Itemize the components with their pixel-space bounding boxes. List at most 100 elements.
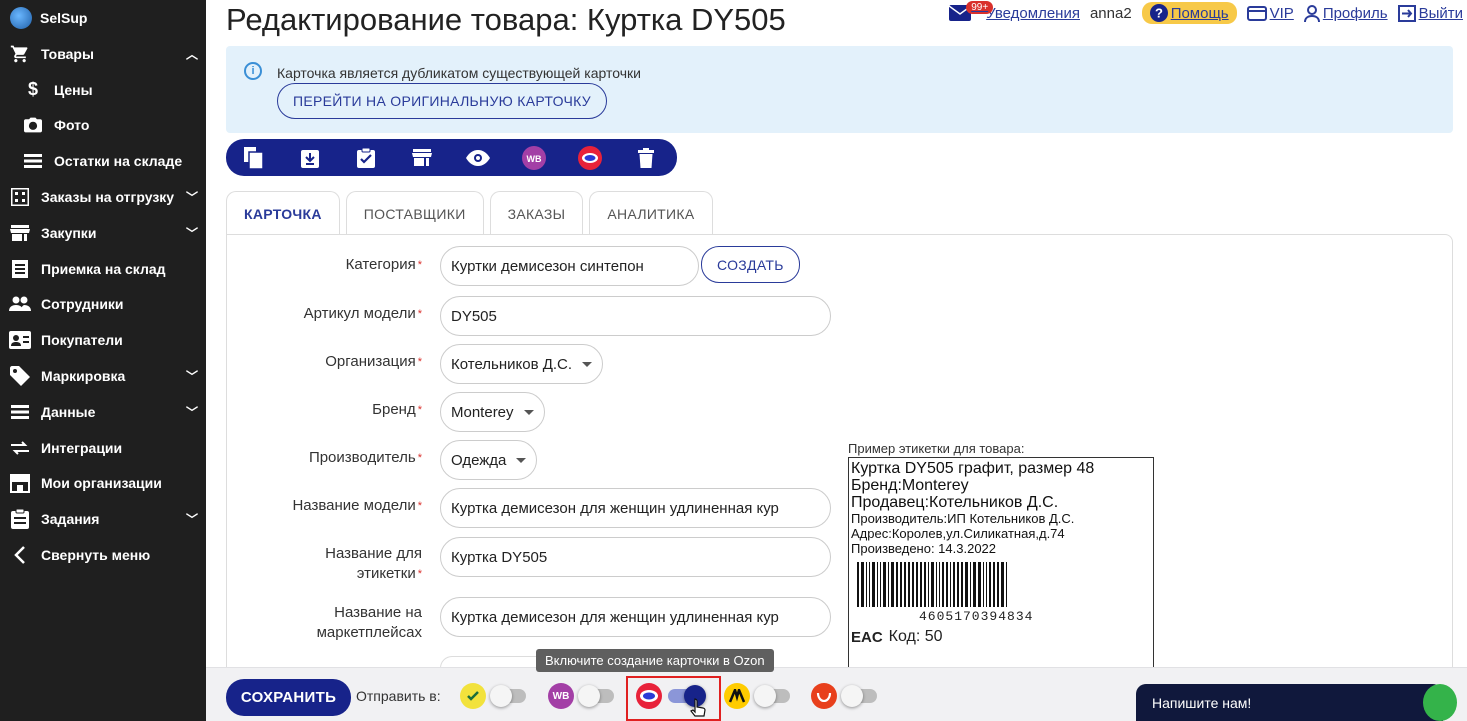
tab-card[interactable]: КАРТОЧКА [226, 191, 340, 236]
sber-icon [460, 683, 486, 709]
vip-label: VIP [1269, 4, 1294, 22]
sidebar-item-shipment-orders[interactable]: Заказы на отгрузку ﹀ [0, 179, 206, 215]
marketplace-name-input[interactable]: Куртка демисезон для женщин удлиненная к… [440, 597, 831, 637]
yandex-market-toggle[interactable] [754, 685, 790, 707]
sidebar-item-products[interactable]: Товары ︿ [0, 36, 206, 72]
sidebar-item-marking[interactable]: Маркировка ﹀ [0, 358, 206, 394]
barcode-bar [896, 562, 898, 607]
create-category-button[interactable]: СОЗДАТЬ [701, 246, 800, 283]
barcode-bar [866, 562, 867, 607]
chat-widget[interactable]: Напишите нам! [1136, 684, 1457, 721]
chevron-down-icon: ﹀ [185, 512, 198, 527]
logout-icon [1397, 4, 1416, 22]
chevron-down-icon: ﹀ [185, 405, 198, 420]
sidebar-item-stock[interactable]: Остатки на складе [0, 143, 206, 179]
sidebar-item-label: Приемка на склад [41, 260, 166, 277]
duplicate-info-banner: i Карточка является дубликатом существую… [226, 46, 1453, 133]
people-icon [9, 293, 31, 315]
list-icon [9, 401, 31, 423]
delete-button[interactable] [618, 139, 674, 176]
tab-orders[interactable]: ЗАКАЗЫ [489, 191, 584, 235]
marketplace-toggle-sber [460, 683, 526, 709]
form-row-model-name: Название модели * Куртка демисезон для же… [226, 488, 836, 530]
storefront-icon [9, 472, 31, 494]
form-row-marketplace-name: Название на маркетплейсах Куртка демисез… [226, 597, 836, 641]
sidebar-item-label: Заказы на отгрузку [41, 189, 175, 206]
brand-select[interactable]: Monterey [440, 392, 545, 432]
wildberries-button[interactable]: WB [506, 139, 562, 176]
sidebar-item-prices[interactable]: $ Цены [0, 72, 206, 108]
barcode-bar [993, 562, 995, 607]
notifications-link[interactable]: 99+ Уведомления [949, 0, 1080, 22]
sidebar-item-label: Закупки [41, 224, 97, 241]
sidebar-item-integrations[interactable]: Интеграции [0, 430, 206, 466]
sidebar-item-photo[interactable]: Фото [0, 108, 206, 144]
ozon-button[interactable] [562, 139, 618, 176]
help-button[interactable]: ? Помощь [1141, 2, 1237, 24]
sidebar-item-my-organizations[interactable]: Мои организации [0, 466, 206, 502]
barcode-bar [861, 562, 864, 607]
download-button[interactable] [282, 139, 338, 176]
barcode-bar [869, 562, 870, 607]
brand-value: Monterey [451, 403, 514, 421]
label-name-label: Название для этикетки * [325, 545, 422, 582]
info-icon: i [244, 62, 262, 80]
model-name-input[interactable]: Куртка демисезон для женщин удлиненная к… [440, 488, 831, 528]
username: anna2 [1089, 4, 1132, 22]
sidebar-collapse-menu[interactable]: Свернуть меню [0, 537, 206, 573]
eye-icon [466, 149, 490, 166]
sidebar-item-customers[interactable]: Покупатели [0, 322, 206, 358]
sidebar-item-receiving[interactable]: Приемка на склад [0, 251, 206, 287]
sidebar-item-purchases[interactable]: Закупки ﹀ [0, 215, 206, 251]
aliexpress-toggle[interactable] [841, 685, 877, 707]
barcode-bar [946, 562, 948, 607]
logout-link[interactable]: Выйти [1397, 4, 1463, 22]
wildberries-toggle[interactable] [578, 685, 614, 707]
copy-button[interactable] [226, 139, 282, 176]
aliexpress-icon [811, 683, 837, 709]
store-button[interactable] [394, 139, 450, 176]
manufacturer-select[interactable]: Одежда [440, 440, 538, 480]
marketplace-name-label: Название на маркетплейсах [316, 604, 422, 641]
organization-select[interactable]: Котельников Д.С. [440, 344, 604, 384]
sidebar-item-data[interactable]: Данные ﹀ [0, 394, 206, 430]
ozon-icon [578, 145, 602, 170]
manufacturer-label: Производитель * [308, 449, 422, 466]
required-mark: * [417, 356, 422, 368]
vip-link[interactable]: VIP [1246, 4, 1294, 22]
cart-icon [9, 43, 31, 65]
form-row-article: Артикул модели * DY505 [226, 296, 836, 338]
save-button[interactable]: СОХРАНИТЬ [226, 679, 351, 716]
barcode-bar [891, 562, 894, 607]
model-name-label: Название модели * [292, 497, 422, 514]
category-input[interactable]: Куртки демисезон синтепон [440, 246, 699, 286]
chevron-up-icon: ︿ [185, 47, 198, 62]
camera-icon [22, 114, 44, 136]
sidebar-item-employees[interactable]: Сотрудники [0, 287, 206, 323]
label-name-input[interactable]: Куртка DY505 [440, 537, 831, 577]
sidebar: SelSup Товары ︿ $ Цены Фото Остатки на с… [0, 0, 206, 721]
chat-label: Напишите нам! [1152, 695, 1252, 711]
profile-link[interactable]: Профиль [1303, 4, 1388, 22]
required-mark: * [417, 452, 422, 464]
calculator-icon [9, 186, 31, 208]
barcode-bar [931, 562, 934, 607]
check-button[interactable] [338, 139, 394, 176]
preview-button[interactable] [450, 139, 506, 176]
tab-analytics[interactable]: АНАЛИТИКА [589, 191, 713, 235]
chevron-down-icon: ﹀ [185, 190, 198, 205]
tab-suppliers[interactable]: ПОСТАВЩИКИ [345, 191, 484, 235]
organization-label: Организация * [325, 353, 422, 370]
article-input[interactable]: DY505 [440, 296, 831, 336]
label-line-3: Продавец:Котельников Д.С. [851, 494, 1059, 511]
organization-value: Котельников Д.С. [451, 355, 573, 373]
marketplace-toggle-wildberries: WB [548, 683, 614, 709]
sber-toggle[interactable] [490, 685, 526, 707]
go-to-original-card-button[interactable]: ПЕРЕЙТИ НА ОРИГИНАЛЬНУЮ КАРТОЧКУ [277, 83, 607, 119]
download-icon [301, 149, 319, 168]
sidebar-item-tasks[interactable]: Задания ﹀ [0, 501, 206, 537]
barcode-bar [957, 562, 959, 607]
app-logo[interactable]: SelSup [0, 0, 206, 36]
sidebar-item-label: Фото [54, 117, 90, 134]
barcode-bar [936, 562, 937, 607]
